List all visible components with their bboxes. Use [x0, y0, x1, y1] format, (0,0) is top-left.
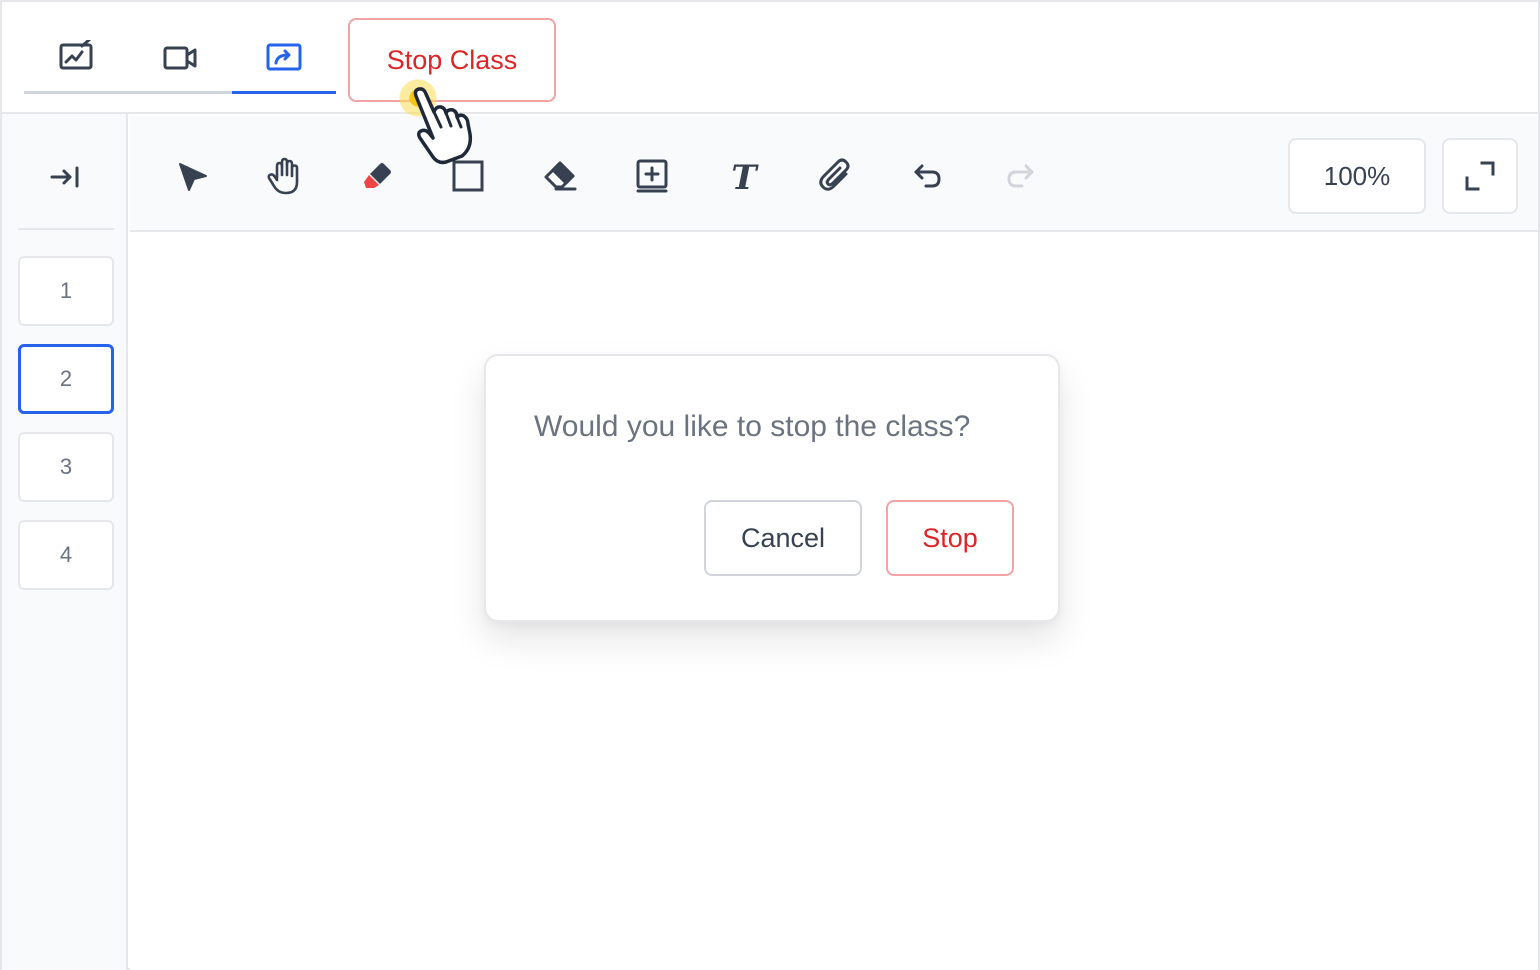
- select-arrow-icon: [179, 163, 207, 191]
- sidebar-divider: [18, 228, 114, 230]
- add-frame-icon: [636, 159, 668, 193]
- collapse-sidebar-button[interactable]: [42, 160, 88, 194]
- stop-button[interactable]: Stop: [886, 500, 1014, 576]
- top-tab-bar: Stop Class: [2, 2, 1538, 114]
- cancel-button[interactable]: Cancel: [704, 500, 862, 576]
- eraser-icon: [544, 161, 577, 191]
- hand-pan-icon: [267, 157, 299, 195]
- highlighter-icon: [364, 163, 391, 188]
- drawing-toolbar: T 100%: [130, 116, 1538, 232]
- add-frame-tool[interactable]: [626, 152, 678, 200]
- tab-whiteboard[interactable]: [24, 24, 128, 94]
- attachment-icon: [819, 158, 850, 191]
- app-window: Stop Class 1 2 3 4 T 100% Would you like…: [0, 0, 1540, 970]
- svg-text:T: T: [731, 158, 759, 196]
- redo-button[interactable]: [994, 152, 1046, 200]
- whiteboard-chart-icon: [59, 40, 93, 70]
- undo-button[interactable]: [902, 152, 954, 200]
- page-thumbnail-3[interactable]: 3: [18, 432, 114, 502]
- attachment-tool[interactable]: [810, 152, 862, 200]
- page-thumbnail-4[interactable]: 4: [18, 520, 114, 590]
- expand-icon: [1465, 161, 1495, 191]
- text-tool-icon: T: [731, 158, 759, 196]
- pages-sidebar: 1 2 3 4: [2, 114, 128, 970]
- zoom-level-button[interactable]: 100%: [1288, 138, 1426, 214]
- hand-pointer-cursor-icon: [413, 87, 473, 165]
- fullscreen-button[interactable]: [1442, 138, 1518, 214]
- tab-video[interactable]: [128, 24, 232, 94]
- dialog-message: Would you like to stop the class?: [534, 410, 971, 443]
- stop-class-dialog: Would you like to stop the class? Cancel…: [484, 354, 1060, 622]
- text-tool[interactable]: T: [718, 152, 770, 200]
- eraser-tool[interactable]: [534, 152, 586, 200]
- highlighter-tool[interactable]: [350, 152, 402, 200]
- page-thumbnail-2[interactable]: 2: [18, 344, 114, 414]
- select-tool[interactable]: [166, 152, 218, 200]
- video-camera-icon: [163, 46, 197, 70]
- undo-icon: [914, 164, 941, 188]
- page-thumbnail-1[interactable]: 1: [18, 256, 114, 326]
- arrow-right-to-line-icon: [50, 166, 79, 188]
- redo-icon: [1007, 164, 1034, 188]
- screen-share-icon: [266, 43, 302, 71]
- pan-tool[interactable]: [258, 152, 310, 200]
- tab-screen-share[interactable]: [232, 24, 336, 94]
